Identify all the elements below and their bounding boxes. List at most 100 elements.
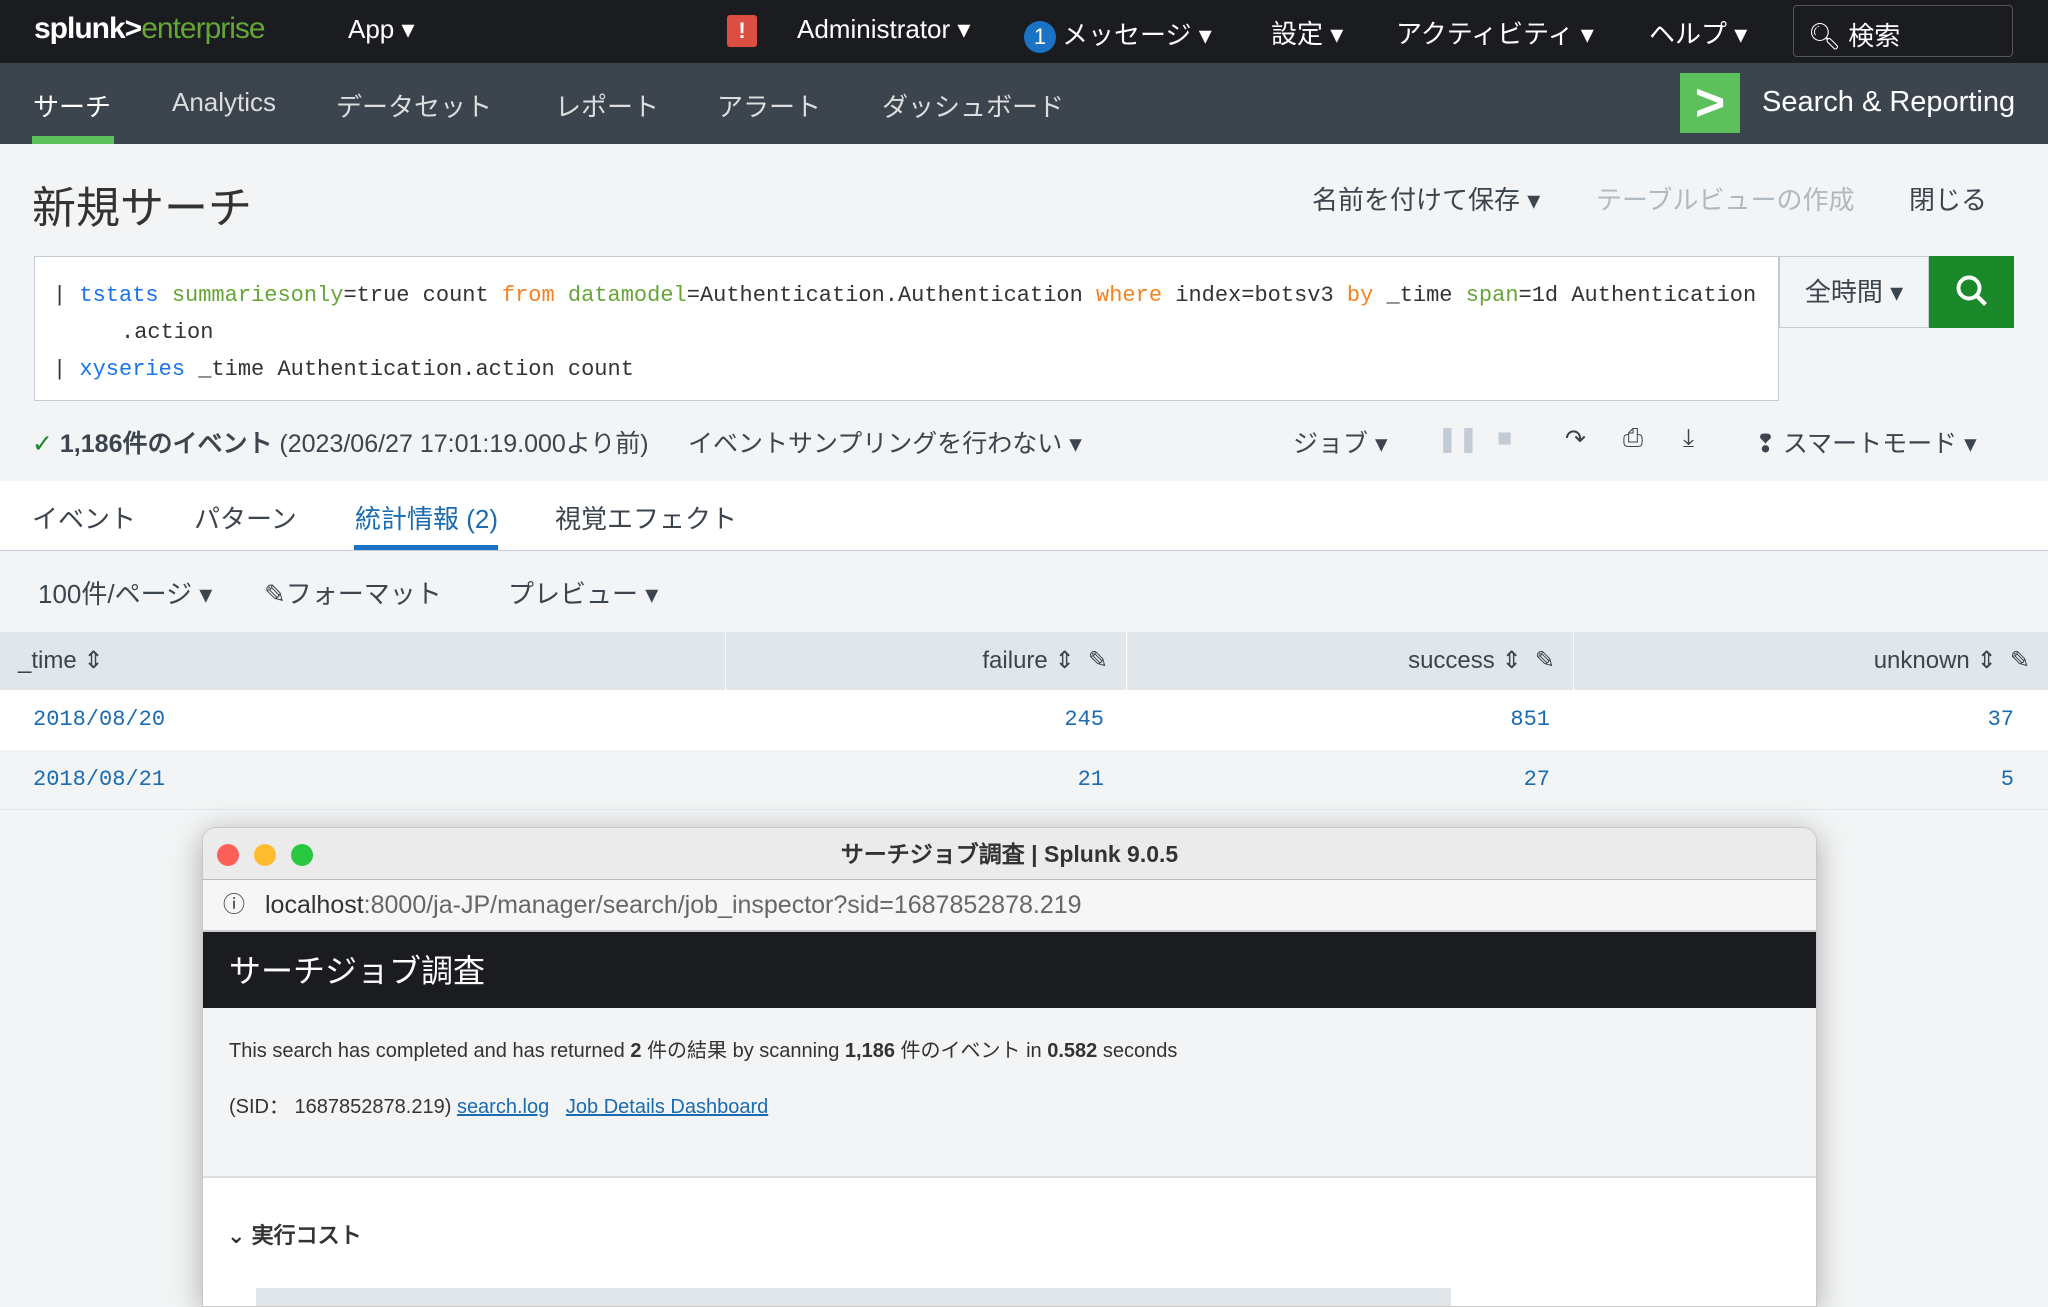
results-tabs: イベント パターン 統計情報 (2) 視覚エフェクト	[0, 481, 2048, 551]
edit-icon: ✎	[2009, 647, 2030, 674]
query-token: where	[1096, 283, 1163, 308]
app-nav: サーチ Analytics データセット レポート アラート ダッシュボード	[0, 63, 2048, 144]
table-row: 2018/08/20 245 851 37	[0, 690, 2048, 750]
alert-icon[interactable]: !	[727, 15, 757, 47]
cell-unknown[interactable]: 5	[2001, 750, 2014, 810]
message-count-badge: 1	[1024, 21, 1056, 53]
job-inspector-window: サーチジョブ調査 | Splunk 9.0.5 ⓘ localhost:8000/…	[202, 827, 1817, 1307]
close-window-button[interactable]	[217, 844, 239, 866]
chevron-down-icon: ⌄	[227, 1223, 246, 1248]
splunk-logo[interactable]: splunk>enterprise	[34, 12, 266, 46]
query-token: =true count	[343, 283, 502, 308]
format-button[interactable]: ✎フォーマット	[264, 574, 442, 611]
sid-label: (SID： 1687852878.219)	[229, 1096, 452, 1118]
cell-failure[interactable]: 245	[1064, 690, 1104, 750]
search-icon	[1956, 275, 1987, 306]
settings-menu[interactable]: 設定 ▾	[1271, 14, 1343, 51]
query-token: tstats	[79, 283, 159, 308]
search-mode-dropdown[interactable]: ❢ スマートモード ▾	[1755, 424, 1977, 460]
print-icon[interactable]: ⎙	[1623, 424, 1643, 453]
messages-menu[interactable]: 1 メッセージ ▾	[1024, 15, 1212, 53]
edit-icon: ✎	[1534, 647, 1555, 674]
activity-menu[interactable]: アクティビティ ▾	[1396, 14, 1594, 51]
column-header-unknown[interactable]: unknown ⇕ ✎	[1574, 632, 2048, 690]
cell-success[interactable]: 851	[1510, 690, 1550, 750]
cell-unknown[interactable]: 37	[1988, 690, 2014, 750]
column-header-time[interactable]: _time ⇕	[0, 632, 726, 690]
window-title: サーチジョブ調査 | Splunk 9.0.5	[203, 828, 1816, 880]
inspector-header: サーチジョブ調査	[203, 932, 1816, 1008]
admin-menu[interactable]: Administrator ▾	[797, 14, 970, 45]
edit-icon: ✎	[1087, 647, 1108, 674]
info-icon: ⓘ	[223, 892, 246, 917]
address-bar[interactable]: ⓘ localhost:8000/ja-JP/manager/search/job…	[203, 880, 1816, 932]
pause-icon[interactable]: ❚❚	[1437, 424, 1479, 454]
query-token: _time Authentication.action count	[185, 357, 634, 382]
top-bar: splunk>enterprise App ▾ ! Administrator …	[0, 0, 2048, 63]
sort-icon: ⇕	[1501, 647, 1522, 674]
tab-statistics[interactable]: 統計情報 (2)	[355, 499, 498, 536]
pencil-icon: ✎	[264, 579, 286, 609]
cell-time[interactable]: 2018/08/20	[33, 690, 165, 750]
sampling-dropdown[interactable]: イベントサンプリングを行わない ▾	[688, 424, 1082, 460]
nav-alerts[interactable]: アラート	[717, 87, 821, 124]
help-menu[interactable]: ヘルプ ▾	[1649, 14, 1747, 51]
page-title: 新規サーチ	[32, 184, 252, 233]
query-token: index=botsv3	[1162, 283, 1347, 308]
share-icon[interactable]: ↷	[1565, 424, 1586, 454]
export-icon[interactable]: ⤓	[1683, 424, 1694, 453]
create-table-view-button[interactable]: テーブルビューの作成	[1596, 180, 1854, 217]
sort-icon: ⇕	[1976, 647, 1997, 674]
search-input[interactable]: 🔍︎ 検索	[1793, 5, 2013, 57]
check-icon: ✓	[32, 430, 53, 458]
column-header-failure[interactable]: failure ⇕ ✎	[726, 632, 1127, 690]
search-icon: 🔍︎	[1808, 21, 1842, 51]
event-count: ✓ 1,186件のイベント (2023/06/27 17:01:19.000より…	[32, 430, 649, 458]
query-token: from	[501, 283, 555, 308]
job-details-dashboard-link[interactable]: Job Details Dashboard	[566, 1096, 768, 1118]
cell-failure[interactable]: 21	[1078, 750, 1104, 810]
query-token: by	[1346, 283, 1374, 308]
time-range-picker[interactable]: 全時間 ▾	[1779, 256, 1929, 328]
search-query-input[interactable]: | tstats summariesonly=true count from d…	[34, 256, 1779, 401]
per-page-dropdown[interactable]: 100件/ページ ▾	[38, 574, 212, 611]
nav-datasets[interactable]: データセット	[336, 87, 492, 124]
query-continuation: .action	[121, 320, 214, 345]
save-as-button[interactable]: 名前を付けて保存 ▾	[1312, 180, 1540, 217]
column-header-success[interactable]: success ⇕ ✎	[1127, 632, 1574, 690]
sort-icon: ⇕	[1054, 647, 1075, 674]
stop-icon[interactable]: ■	[1497, 424, 1512, 453]
nav-analytics[interactable]: Analytics	[172, 87, 276, 118]
maximize-window-button[interactable]	[291, 844, 313, 866]
nav-dashboards[interactable]: ダッシュボード	[882, 87, 1064, 124]
minimize-window-button[interactable]	[254, 844, 276, 866]
tab-visualization[interactable]: 視覚エフェクト	[555, 499, 737, 536]
nav-search[interactable]: サーチ	[33, 87, 111, 124]
job-menu[interactable]: ジョブ ▾	[1293, 424, 1388, 460]
query-token: xyseries	[79, 357, 186, 382]
query-token: span	[1465, 283, 1519, 308]
query-token: =1d Authentication	[1518, 283, 1757, 308]
execution-cost-toggle[interactable]: ⌄ 実行コスト	[227, 1218, 362, 1250]
app-name: Search & Reporting	[1762, 86, 2016, 118]
cell-success[interactable]: 27	[1524, 750, 1550, 810]
sort-icon: ⇕	[83, 647, 104, 674]
app-menu[interactable]: App ▾	[348, 14, 415, 45]
query-token: datamodel	[554, 283, 687, 308]
close-button[interactable]: 閉じる	[1909, 180, 1987, 217]
tab-events[interactable]: イベント	[32, 499, 136, 536]
query-token: =Authentication.Authentication	[686, 283, 1097, 308]
active-tab-indicator	[354, 545, 498, 550]
search-log-link[interactable]: search.log	[457, 1096, 549, 1118]
query-token: _time	[1373, 283, 1466, 308]
job-summary: This search has completed and has return…	[203, 1008, 1816, 1178]
preview-dropdown[interactable]: プレビュー ▾	[508, 574, 658, 611]
search-button[interactable]	[1929, 256, 2014, 328]
table-row: 2018/08/21 21 27 5	[0, 750, 2048, 810]
tab-patterns[interactable]: パターン	[194, 499, 297, 536]
cost-table-header	[256, 1288, 1451, 1306]
query-token: summariesonly	[158, 283, 344, 308]
active-nav-indicator	[32, 136, 114, 144]
nav-reports[interactable]: レポート	[555, 87, 659, 124]
cell-time[interactable]: 2018/08/21	[33, 750, 165, 810]
